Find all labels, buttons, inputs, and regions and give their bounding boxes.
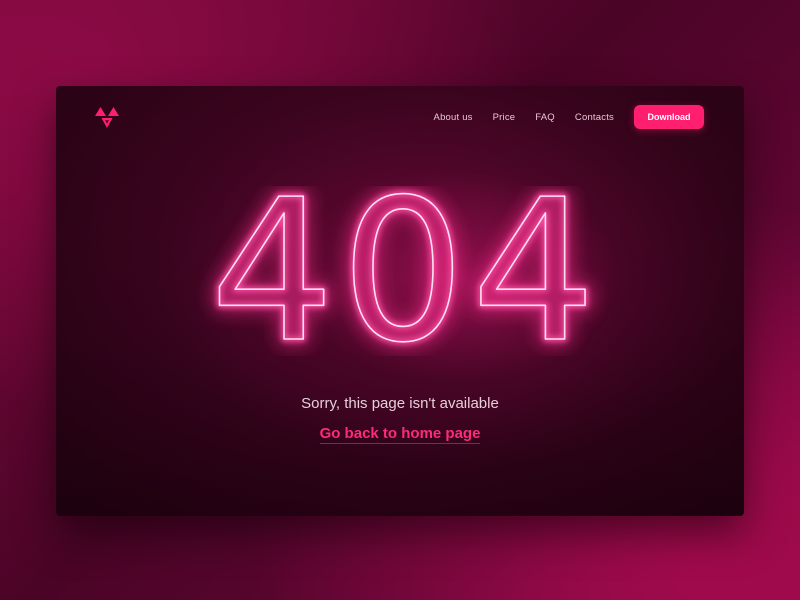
error-code: 404 [210, 186, 602, 356]
top-nav: About us Price FAQ Contacts Download [414, 105, 704, 129]
go-home-link[interactable]: Go back to home page [319, 425, 481, 444]
nav-link-about-us[interactable]: About us [434, 112, 473, 123]
nav-link-contacts[interactable]: Contacts [575, 112, 614, 123]
nav-link-faq[interactable]: FAQ [535, 112, 555, 123]
nav-link-price[interactable]: Price [493, 112, 516, 123]
brand-logo[interactable] [94, 106, 120, 130]
error-message: Sorry, this page isn't available [301, 395, 499, 412]
error-code-neon: 404 404 404 [203, 186, 603, 356]
download-button[interactable]: Download [634, 105, 704, 129]
home-link-wrapper: Go back to home page [56, 425, 744, 444]
page-window: About us Price FAQ Contacts Download 404… [56, 86, 744, 516]
triangles-logo-icon [95, 107, 119, 128]
